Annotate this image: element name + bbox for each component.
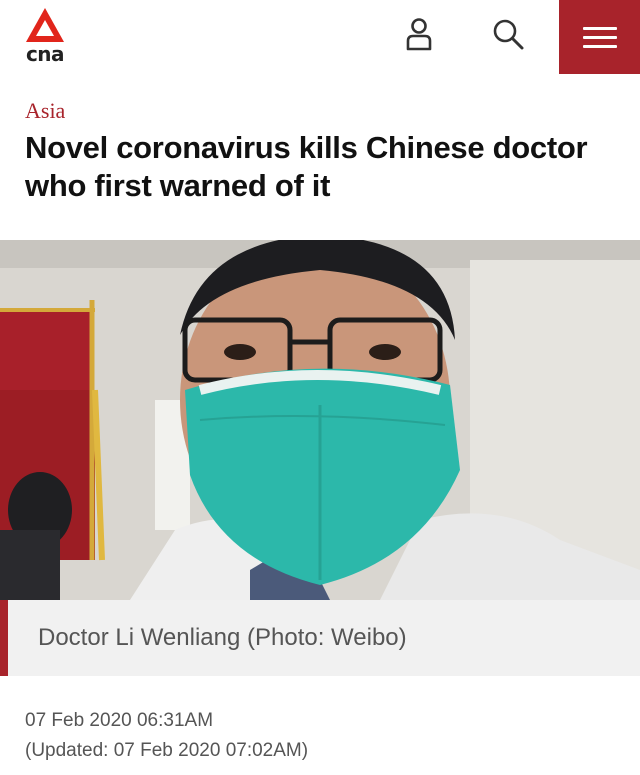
article-category-link[interactable]: Asia — [25, 98, 65, 124]
article-headline: Novel coronavirus kills Chinese doctor w… — [25, 130, 588, 203]
logo-text: cna — [25, 42, 65, 66]
photo-caption-box: Doctor Li Wenliang (Photo: Weibo) — [0, 600, 640, 676]
published-timestamp: 07 Feb 2020 06:31AM — [25, 710, 214, 731]
updated-timestamp: (Updated: 07 Feb 2020 07:02AM) — [25, 740, 309, 761]
site-header: cna — [0, 0, 640, 74]
account-button[interactable] — [399, 14, 439, 54]
logo-mark-icon — [26, 8, 64, 42]
hamburger-menu-icon — [582, 26, 617, 30]
menu-button[interactable] — [559, 0, 640, 74]
photo-caption: Doctor Li Wenliang (Photo: Weibo) — [38, 624, 407, 651]
article-photo — [0, 240, 640, 600]
doctor-photo-illustration — [0, 240, 640, 600]
cna-logo[interactable]: cna — [22, 6, 68, 66]
search-button[interactable] — [488, 14, 528, 54]
user-icon — [406, 18, 432, 51]
search-icon — [493, 19, 524, 50]
